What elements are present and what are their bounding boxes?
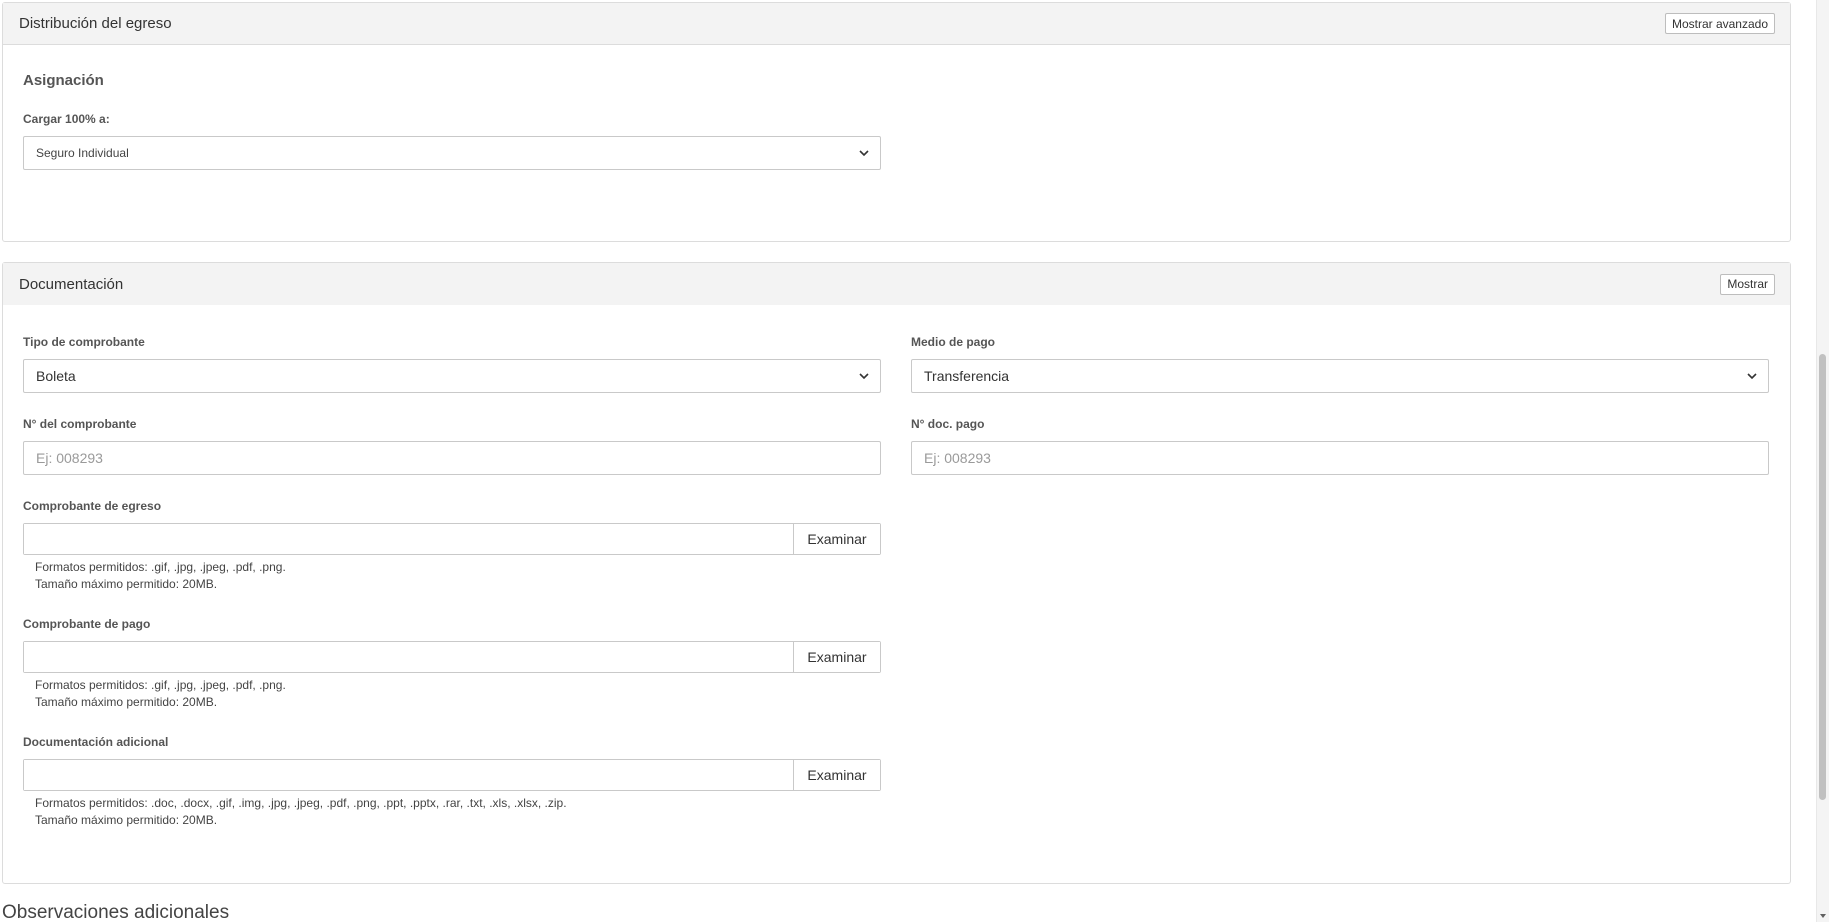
observations-title: Observaciones adicionales [2, 902, 230, 922]
additional-docs-upload: Examinar [23, 759, 881, 791]
expense-receipt-browse-button[interactable]: Examinar [793, 524, 880, 554]
payment-receipt-upload: Examinar [23, 641, 881, 673]
payment-doc-number-input[interactable] [911, 441, 1769, 475]
documentation-body: Tipo de comprobante Boleta Medio de pago… [3, 305, 1790, 829]
additional-docs-formats: Formatos permitidos: .doc, .docx, .gif, … [35, 796, 567, 810]
scroll-down-arrow-icon[interactable] [1819, 912, 1827, 920]
payment-receipt-formats: Formatos permitidos: .gif, .jpg, .jpeg, … [35, 678, 286, 692]
distribution-card: Distribución del egreso Mostrar avanzado… [2, 2, 1791, 242]
payment-doc-number-field: N° doc. pago [911, 417, 1769, 475]
scrollbar-thumb[interactable] [1819, 354, 1826, 800]
distribution-header: Distribución del egreso Mostrar avanzado [3, 3, 1790, 45]
charge-select-value: Seguro Individual [36, 146, 129, 160]
payment-receipt-file-input[interactable] [24, 642, 793, 672]
payment-method-label: Medio de pago [911, 335, 995, 349]
additional-docs-browse-button[interactable]: Examinar [793, 760, 880, 790]
vertical-scrollbar[interactable] [1816, 0, 1829, 922]
payment-method-value: Transferencia [924, 368, 1010, 384]
payment-doc-number-label: N° doc. pago [911, 417, 985, 431]
payment-receipt-browse-button[interactable]: Examinar [793, 642, 880, 672]
payment-receipt-field: Comprobante de pago Examinar Formatos pe… [23, 617, 1770, 711]
receipt-type-field: Tipo de comprobante Boleta [23, 335, 881, 393]
receipt-number-input[interactable] [23, 441, 881, 475]
additional-docs-max-size: Tamaño máximo permitido: 20MB. [35, 813, 218, 827]
number-row: N° del comprobante N° doc. pago [23, 417, 1770, 499]
expense-receipt-file-input[interactable] [24, 524, 793, 554]
select-row: Tipo de comprobante Boleta Medio de pago… [23, 335, 1770, 417]
payment-receipt-help: Formatos permitidos: .gif, .jpg, .jpeg, … [23, 677, 1770, 711]
expense-receipt-field: Comprobante de egreso Examinar Formatos … [23, 499, 1770, 593]
show-documentation-button[interactable]: Mostrar [1720, 273, 1775, 295]
page: Distribución del egreso Mostrar avanzado… [0, 0, 1829, 922]
receipt-type-label: Tipo de comprobante [23, 335, 145, 349]
additional-docs-label: Documentación adicional [23, 735, 169, 749]
payment-receipt-max-size: Tamaño máximo permitido: 20MB. [35, 695, 218, 709]
content: Distribución del egreso Mostrar avanzado… [2, 2, 1791, 922]
chevron-down-icon [1747, 373, 1757, 380]
receipt-number-label: N° del comprobante [23, 417, 137, 431]
documentation-header: Documentación Mostrar [3, 263, 1790, 305]
expense-receipt-help: Formatos permitidos: .gif, .jpg, .jpeg, … [23, 559, 1770, 593]
payment-method-field: Medio de pago Transferencia [911, 335, 1769, 393]
chevron-down-icon [859, 150, 869, 157]
additional-docs-file-input[interactable] [24, 760, 793, 790]
documentation-card: Documentación Mostrar Tipo de comprobant… [2, 262, 1791, 884]
charge-label: Cargar 100% a: [23, 112, 110, 126]
show-advanced-button[interactable]: Mostrar avanzado [1664, 13, 1775, 34]
documentation-title: Documentación [19, 275, 124, 293]
chevron-down-icon [859, 373, 869, 380]
payment-receipt-label: Comprobante de pago [23, 617, 151, 631]
expense-receipt-upload: Examinar [23, 523, 881, 555]
distribution-title: Distribución del egreso [19, 15, 172, 32]
payment-method-select[interactable]: Transferencia [911, 359, 1769, 393]
additional-docs-field: Documentación adicional Examinar Formato… [23, 735, 1770, 829]
assignment-title: Asignación [23, 72, 104, 89]
distribution-body: Asignación Cargar 100% a: Seguro Individ… [3, 45, 1790, 170]
receipt-type-select[interactable]: Boleta [23, 359, 881, 393]
expense-receipt-label: Comprobante de egreso [23, 499, 162, 513]
charge-select[interactable]: Seguro Individual [23, 136, 881, 170]
expense-receipt-max-size: Tamaño máximo permitido: 20MB. [35, 577, 218, 591]
receipt-type-value: Boleta [36, 368, 76, 384]
expense-receipt-formats: Formatos permitidos: .gif, .jpg, .jpeg, … [35, 560, 286, 574]
receipt-number-field: N° del comprobante [23, 417, 881, 475]
additional-docs-help: Formatos permitidos: .doc, .docx, .gif, … [23, 795, 1770, 829]
